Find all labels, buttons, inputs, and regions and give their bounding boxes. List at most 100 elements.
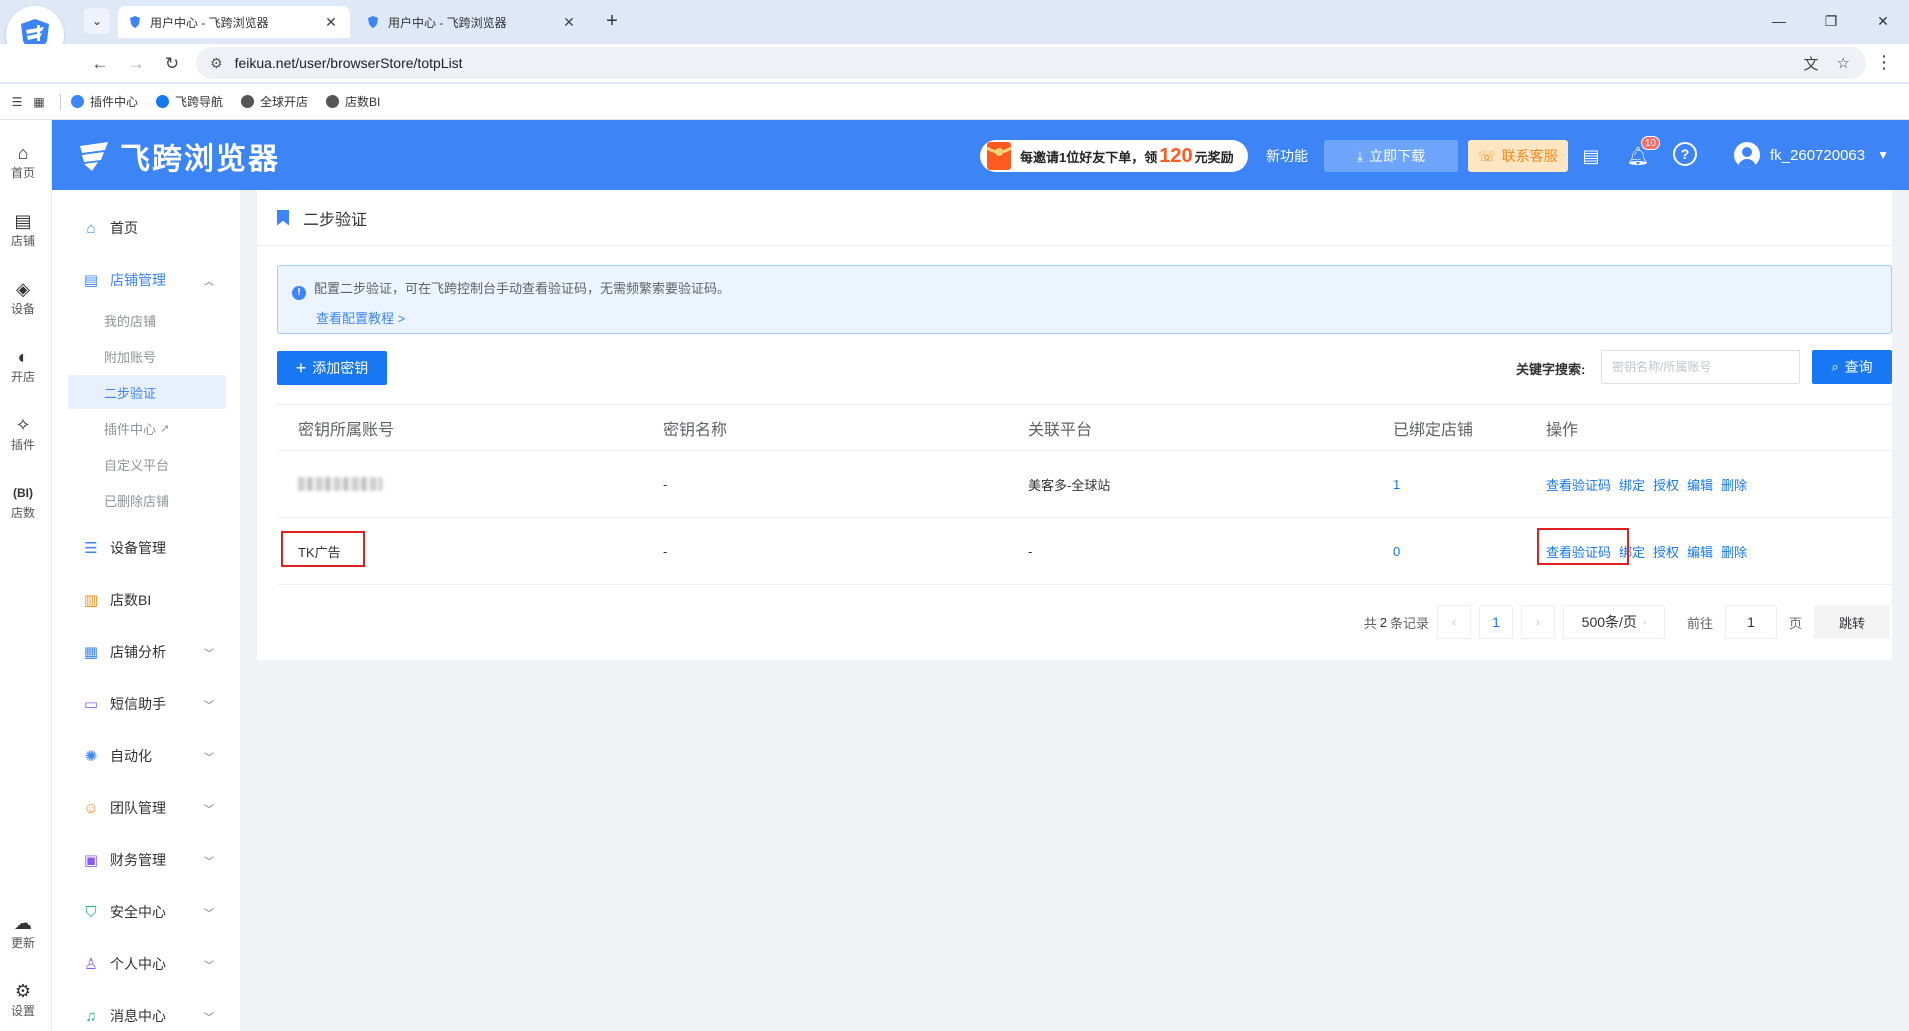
delete-button[interactable]: 删除	[1721, 542, 1747, 561]
reload-icon[interactable]: ↻	[158, 50, 186, 78]
brand-logo[interactable]: 飞跨浏览器	[76, 134, 280, 178]
nav-favicon-icon	[156, 95, 170, 108]
rail-item-plugin[interactable]: ✧ 插件	[0, 414, 46, 453]
close-icon[interactable]: ✕	[560, 14, 578, 31]
keyword-search-input[interactable]	[1601, 350, 1800, 384]
new-features-link[interactable]: 新功能	[1266, 146, 1308, 166]
help-icon[interactable]: ?	[1673, 142, 1697, 166]
bookmark-navigation[interactable]: 飞跨导航	[156, 93, 223, 110]
forward-icon[interactable]: →	[122, 50, 150, 78]
settings-icon: ⚙	[14, 981, 32, 1001]
invite-promo-banner[interactable]: 每邀请1位好友下单，领 120 元奖励	[980, 140, 1248, 172]
total-suffix: 条记录	[1389, 615, 1429, 631]
menu-item-security[interactable]: ⛉ 安全中心 ﹀	[52, 894, 240, 930]
menu-item-messages[interactable]: ♫ 消息中心 ﹀	[52, 998, 240, 1031]
store-icon: ▤	[14, 211, 32, 231]
submenu-label: 自定义平台	[104, 457, 170, 473]
menu-item-sms-assistant[interactable]: ▭ 短信助手 ﹀	[52, 686, 240, 722]
user-menu[interactable]: fk_260720063 ▼	[1734, 142, 1889, 168]
download-button[interactable]: ⤓ 立即下载	[1324, 140, 1458, 172]
home-icon: ⌂	[86, 219, 96, 237]
bookmark-store-bi[interactable]: 店数BI	[326, 93, 380, 110]
download-icon: ⤓	[1356, 147, 1364, 164]
contact-support-button[interactable]: ☏ 联系客服	[1468, 140, 1568, 172]
bookmark-plugin-center[interactable]: 插件中心	[71, 93, 138, 110]
chevron-down-icon: ﹀	[204, 804, 214, 816]
bind-button[interactable]: 绑定	[1619, 475, 1645, 494]
tab-user-center-active[interactable]: 用户中心 - 飞跨浏览器 ✕	[118, 6, 350, 38]
submenu-my-stores[interactable]: 我的店铺	[68, 303, 226, 337]
address-bar-row: ← → ↻ ⚙ feikua.net/user/browserStore/tot…	[0, 44, 1909, 82]
site-info-icon[interactable]: ⚙	[210, 55, 223, 72]
authorize-button[interactable]: 授权	[1653, 475, 1679, 494]
document-icon[interactable]: ▤	[1577, 142, 1605, 170]
bound-count: 0	[1393, 543, 1401, 559]
view-code-button[interactable]: 查看验证码	[1546, 475, 1611, 494]
add-key-button[interactable]: + 添加密钥	[277, 351, 387, 385]
edit-button[interactable]: 编辑	[1687, 542, 1713, 561]
submenu-extra-accounts[interactable]: 附加账号	[68, 339, 226, 373]
delete-button[interactable]: 删除	[1721, 475, 1747, 494]
jump-button[interactable]: 跳转	[1814, 605, 1890, 639]
authorize-button[interactable]: 授权	[1653, 542, 1679, 561]
menu-item-device-management[interactable]: ☰ 设备管理	[52, 530, 240, 566]
close-icon[interactable]: ✕	[322, 14, 340, 31]
actions-cell: 查看验证码 绑定 授权 编辑 删除	[1546, 451, 1755, 517]
submenu-deleted-stores[interactable]: 已删除店铺	[68, 483, 226, 517]
edit-button[interactable]: 编辑	[1687, 475, 1713, 494]
rail-item-settings[interactable]: ⚙ 设置	[0, 980, 46, 1019]
submenu-label: 已删除店铺	[104, 493, 170, 509]
rail-item-update[interactable]: ☁ 更新	[0, 912, 46, 951]
menu-item-finance[interactable]: ▣ 财务管理 ﹀	[52, 842, 240, 878]
globe-icon	[241, 95, 255, 108]
menu-item-automation[interactable]: ✺ 自动化 ﹀	[52, 738, 240, 774]
back-icon[interactable]: ←	[86, 50, 114, 78]
search-button[interactable]: ⌕ 查询	[1812, 350, 1892, 384]
submenu-two-step-verification[interactable]: 二步验证	[68, 375, 226, 409]
submenu-custom-platform[interactable]: 自定义平台	[68, 447, 226, 481]
config-tutorial-link[interactable]: 查看配置教程 >	[316, 308, 1877, 327]
translate-icon[interactable]: 文	[1804, 53, 1819, 74]
contact-label: 联系客服	[1501, 148, 1558, 164]
rail-item-device[interactable]: ◈ 设备	[0, 278, 46, 317]
info-alert: ! 配置二步验证，可在飞跨控制台手动查看验证码，无需频繁索要验证码。 查看配置教程…	[277, 265, 1892, 334]
minimize-icon[interactable]: —	[1753, 4, 1805, 38]
column-header: 已绑定店铺	[1393, 421, 1474, 439]
restore-icon[interactable]: ❐	[1805, 4, 1857, 38]
rail-item-bi[interactable]: (BI) 店数	[0, 482, 46, 521]
rail-item-store[interactable]: ▤ 店铺	[0, 210, 46, 249]
menu-item-store-management[interactable]: ▤ 店铺管理 ︿	[52, 262, 240, 298]
browser-menu-icon[interactable]: ⋮	[1875, 52, 1893, 73]
menu-item-store-analysis[interactable]: ▦ 店铺分析 ﹀	[52, 634, 240, 670]
bookmark-label: 全球开店	[260, 95, 309, 109]
page-number[interactable]: 1	[1478, 605, 1513, 639]
sidebar-toggle-icon[interactable]: ☰	[6, 95, 28, 109]
redacted-account	[298, 477, 382, 491]
tab-search-dropdown[interactable]: ⌄	[84, 8, 110, 34]
tab-user-center[interactable]: 用户中心 - 飞跨浏览器 ✕	[356, 6, 588, 38]
apps-grid-icon[interactable]: ▦	[28, 95, 50, 109]
menu-item-personal[interactable]: ♙ 个人中心 ﹀	[52, 946, 240, 982]
rail-item-open-store[interactable]: ◐ 开店	[0, 346, 46, 385]
search-label: 查询	[1844, 359, 1873, 375]
bound-stores-link[interactable]: 1	[1393, 451, 1408, 517]
goto-page-input[interactable]	[1724, 605, 1777, 639]
rail-item-home[interactable]: ⌂ 首页	[0, 142, 46, 181]
url-field[interactable]: ⚙ feikua.net/user/browserStore/totpList …	[196, 47, 1866, 79]
bookmark-star-icon[interactable]: ☆	[1837, 54, 1850, 72]
submenu-plugin-center[interactable]: 插件中心 ↗	[68, 411, 226, 445]
notification-badge: 10	[1640, 136, 1660, 150]
promo-text: 每邀请1位好友下单，领	[1020, 149, 1158, 165]
window-close-icon[interactable]: ✕	[1857, 4, 1909, 38]
menu-item-home[interactable]: ⌂ 首页	[52, 210, 240, 246]
bell-icon[interactable]: 🔔︎ 10	[1624, 136, 1660, 170]
menu-item-team-management[interactable]: ☺ 团队管理 ﹀	[52, 790, 240, 826]
menu-label: 店铺管理	[110, 272, 166, 288]
next-page-icon[interactable]: ›	[1520, 605, 1555, 639]
new-tab-button[interactable]: +	[600, 10, 624, 33]
bound-stores-link[interactable]: 0	[1393, 518, 1408, 584]
prev-page-icon[interactable]: ‹	[1436, 605, 1471, 639]
menu-item-store-bi[interactable]: ▥ 店数BI	[52, 582, 240, 618]
page-size-select[interactable]: 500条/页 ›	[1562, 605, 1665, 639]
bookmark-global-store[interactable]: 全球开店	[241, 93, 308, 110]
